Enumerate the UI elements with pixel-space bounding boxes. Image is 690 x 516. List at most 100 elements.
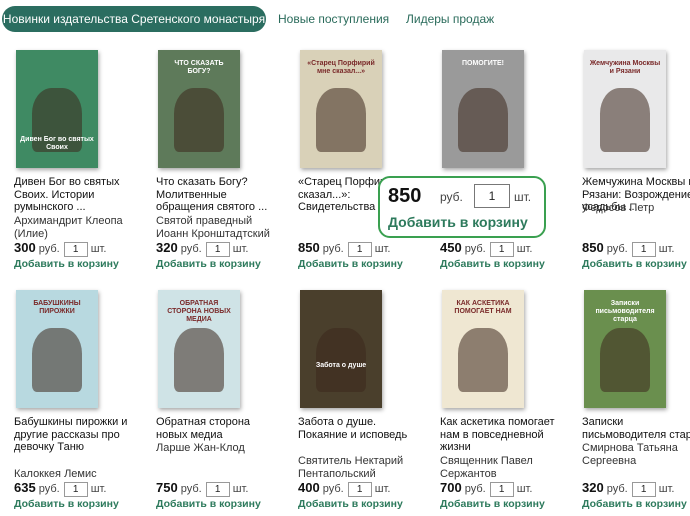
unit-label: шт. — [516, 243, 533, 255]
book-cover-image[interactable]: ОБРАТНАЯ СТОРОНА НОВЫХ МЕДИА — [158, 290, 240, 408]
unit-label: шт. — [658, 243, 675, 255]
book-cover-title: ОБРАТНАЯ СТОРОНА НОВЫХ МЕДИА — [167, 300, 231, 323]
quantity-input[interactable]: 1 — [489, 241, 514, 257]
book-title-link[interactable]: Дивен Бог во святых Своих. Истории румын… — [14, 176, 142, 214]
book-title-link[interactable]: Бабушкины пирожки и другие рассказы про … — [14, 416, 142, 454]
add-to-cart-link[interactable]: Добавить в корзину — [14, 498, 142, 510]
currency-label: руб. — [606, 483, 628, 495]
book-cover-title: Забота о душе — [315, 362, 367, 369]
book-cover-image[interactable]: Жемчужина Москвы и Рязани — [584, 50, 666, 168]
price-row: 850 руб. 1 шт. — [582, 240, 690, 258]
book-card[interactable]: БАБУШКИНЫ ПИРОЖКИ Бабушкины пирожки и дру… — [14, 290, 142, 510]
price-row: 400 руб. 1 шт. — [298, 480, 426, 498]
add-to-cart-link[interactable]: Добавить в корзину — [156, 498, 284, 510]
add-to-cart-link[interactable]: Добавить в корзину — [440, 258, 568, 270]
book-price: 320 — [156, 240, 178, 255]
book-title-link[interactable]: Забота о душе. Покаяние и исповедь — [298, 416, 426, 441]
book-cover-title: ПОМОГИТЕ! — [461, 60, 505, 67]
currency-label: руб. — [464, 243, 486, 255]
add-to-cart-callout: 850 руб. 1 шт. Добавить в корзину — [378, 176, 546, 238]
unit-label: шт. — [232, 483, 249, 495]
quantity-input[interactable]: 1 — [631, 481, 656, 497]
book-price: 635 — [14, 480, 36, 495]
book-card[interactable]: Жемчужина Москвы и Рязани Жемчужина Москв… — [582, 50, 690, 270]
price-row: 320 руб. 1 шт. — [582, 480, 690, 498]
book-price: 300 — [14, 240, 36, 255]
currency-label: руб. — [606, 243, 628, 255]
add-to-cart-link[interactable]: Добавить в корзину — [298, 498, 426, 510]
book-price: 850 — [582, 240, 604, 255]
book-cover-image[interactable]: Записки письмоводителя старца — [584, 290, 666, 408]
unit-label: шт. — [90, 483, 107, 495]
book-cover-image[interactable]: Забота о душе — [300, 290, 382, 408]
quantity-input[interactable]: 1 — [205, 241, 230, 257]
price-row: 700 руб. 1 шт. — [440, 480, 568, 498]
quantity-input[interactable]: 1 — [63, 241, 88, 257]
callout-add-to-cart-button[interactable]: Добавить в корзину — [388, 214, 528, 230]
quantity-input[interactable]: 1 — [631, 241, 656, 257]
currency-label: руб. — [38, 243, 60, 255]
book-cover-image[interactable]: Дивен Бог во святых Своих — [16, 50, 98, 168]
price-row: 300 руб. 1 шт. — [14, 240, 142, 258]
unit-label: шт. — [90, 243, 107, 255]
book-author: Святитель Нектарий Пентапольский — [298, 455, 404, 480]
book-cover-title: БАБУШКИНЫ ПИРОЖКИ — [33, 300, 81, 315]
unit-label: шт. — [374, 243, 391, 255]
unit-label: шт. — [374, 483, 391, 495]
quantity-input[interactable]: 1 — [347, 481, 372, 497]
add-to-cart-link[interactable]: Добавить в корзину — [14, 258, 142, 270]
book-title-link[interactable]: Что сказать Богу? Молитвенные обращения … — [156, 176, 284, 214]
book-cover-title: Дивен Бог во святых Своих — [20, 136, 94, 151]
callout-currency: руб. — [440, 190, 463, 204]
book-cover-title: Записки письмоводителя старца — [595, 300, 655, 323]
book-cover-title: «Старец Порфирий мне сказал...» — [307, 60, 375, 75]
add-to-cart-link[interactable]: Добавить в корзину — [582, 258, 690, 270]
unit-label: шт. — [658, 483, 675, 495]
book-cover-title: Жемчужина Москвы и Рязани — [589, 60, 661, 75]
quantity-input[interactable]: 1 — [63, 481, 88, 497]
book-price: 750 — [156, 480, 178, 495]
book-cover-image[interactable]: ПОМОГИТЕ! — [442, 50, 524, 168]
book-card[interactable]: ЧТО СКАЗАТЬ БОГУ? Что сказать Богу? Молит… — [156, 50, 284, 270]
callout-unit: шт. — [514, 190, 532, 204]
book-cover-title: КАК АСКЕТИКА ПОМОГАЕТ НАМ — [454, 300, 512, 315]
tab-new-arrivals[interactable]: Новые поступления — [278, 6, 389, 32]
book-cover-image[interactable]: КАК АСКЕТИКА ПОМОГАЕТ НАМ — [442, 290, 524, 408]
book-card[interactable]: КАК АСКЕТИКА ПОМОГАЕТ НАМ Как аскетика по… — [440, 290, 568, 510]
unit-label: шт. — [232, 243, 249, 255]
book-title-link[interactable]: Записки письмоводителя старца — [582, 416, 690, 441]
add-to-cart-link[interactable]: Добавить в корзину — [440, 498, 568, 510]
price-row: 750 руб. 1 шт. — [156, 480, 284, 498]
book-price: 850 — [298, 240, 320, 255]
add-to-cart-link[interactable]: Добавить в корзину — [298, 258, 426, 270]
add-to-cart-link[interactable]: Добавить в корзину — [582, 498, 690, 510]
add-to-cart-link[interactable]: Добавить в корзину — [156, 258, 284, 270]
price-row: 635 руб. 1 шт. — [14, 480, 142, 498]
currency-label: руб. — [322, 483, 344, 495]
book-cover-image[interactable]: ЧТО СКАЗАТЬ БОГУ? — [158, 50, 240, 168]
quantity-input[interactable]: 1 — [347, 241, 372, 257]
quantity-input[interactable]: 1 — [489, 481, 514, 497]
price-row: 850 руб. 1 шт. — [298, 240, 426, 258]
currency-label: руб. — [180, 243, 202, 255]
book-card[interactable]: ОБРАТНАЯ СТОРОНА НОВЫХ МЕДИА Обратная сто… — [156, 290, 284, 510]
callout-quantity-input[interactable]: 1 — [474, 184, 510, 208]
book-price: 700 — [440, 480, 462, 495]
book-title-link[interactable]: Обратная сторона новых медиа — [156, 416, 284, 441]
book-cover-image[interactable]: БАБУШКИНЫ ПИРОЖКИ — [16, 290, 98, 408]
currency-label: руб. — [322, 243, 344, 255]
book-card[interactable]: Дивен Бог во святых Своих Дивен Бог во св… — [14, 50, 142, 270]
book-card[interactable]: Записки письмоводителя старца Записки пис… — [582, 290, 690, 510]
book-author: Архимандрит Клеопа (Илие) — [14, 215, 123, 240]
price-row: 450 руб. 1 шт. — [440, 240, 568, 258]
book-title-link[interactable]: Как аскетика помогает нам в повседневной… — [440, 416, 568, 454]
book-author: Ларше Жан-Клод — [156, 442, 245, 454]
tab-bestsellers[interactable]: Лидеры продаж — [406, 6, 494, 32]
book-card[interactable]: Забота о душе Забота о душе. Покаяние и и… — [298, 290, 426, 510]
unit-label: шт. — [516, 483, 533, 495]
tab-new-from-sretensky[interactable]: Новинки издательства Сретенского монасты… — [2, 6, 266, 32]
book-author: Святой праведный Иоанн Кронштадтский — [156, 215, 270, 240]
book-cover-image[interactable]: «Старец Порфирий мне сказал...» — [300, 50, 382, 168]
quantity-input[interactable]: 1 — [205, 481, 230, 497]
book-cover-title: ЧТО СКАЗАТЬ БОГУ? — [174, 60, 224, 75]
